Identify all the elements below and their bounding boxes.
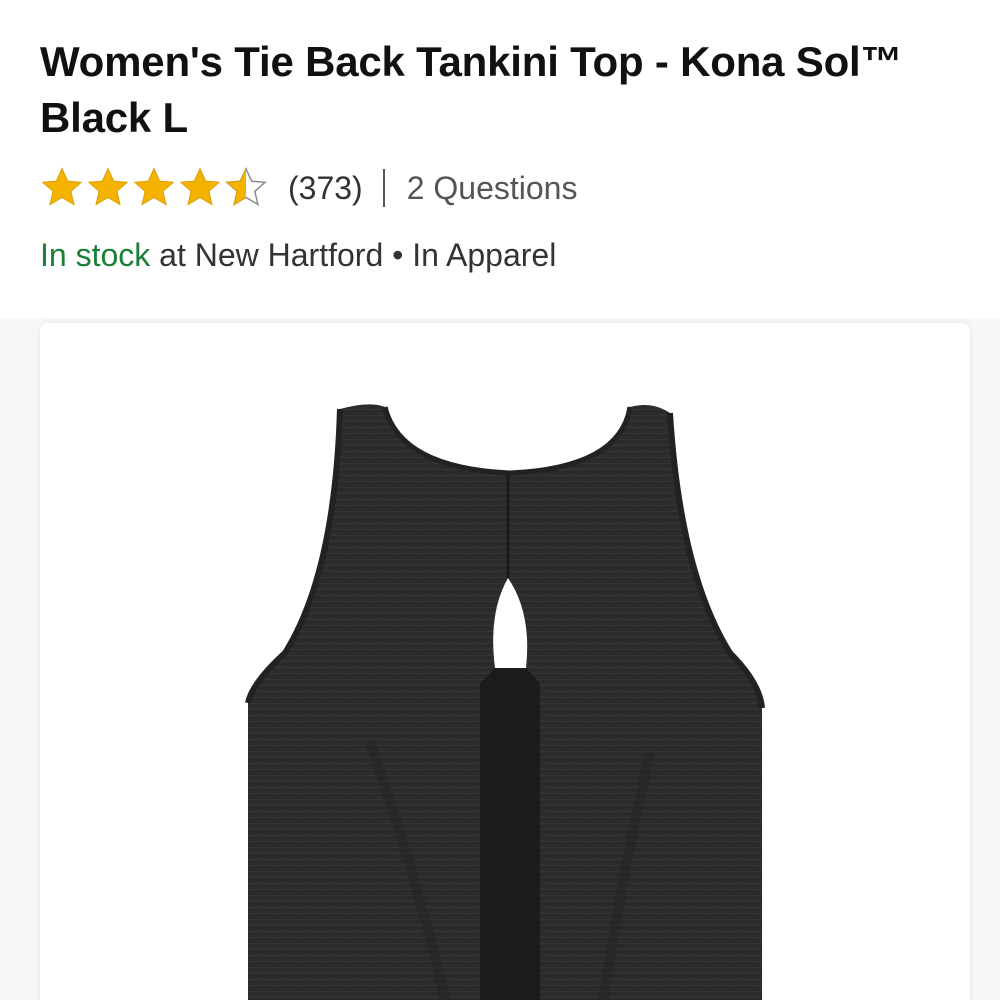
product-title: Women's Tie Back Tankini Top - Kona Sol™… bbox=[40, 38, 903, 141]
half-star-icon bbox=[225, 166, 267, 207]
star-icon bbox=[87, 167, 129, 206]
product-image-card[interactable] bbox=[40, 323, 970, 1000]
star-icon bbox=[41, 167, 83, 206]
star-icon bbox=[179, 167, 221, 206]
star-rating[interactable] bbox=[40, 166, 268, 210]
product-image bbox=[245, 404, 765, 1000]
rating-row: (373) 2 Questions bbox=[40, 166, 577, 210]
divider bbox=[382, 169, 385, 207]
availability-row: In stock at New Hartford • In Apparel bbox=[40, 237, 556, 274]
star-icon bbox=[133, 167, 175, 206]
department-label: In Apparel bbox=[412, 237, 557, 273]
questions-link[interactable]: 2 Questions bbox=[407, 170, 578, 207]
stock-status: In stock bbox=[40, 237, 151, 273]
product-page: Women's Tie Back Tankini Top - Kona Sol™… bbox=[0, 0, 1000, 1000]
review-count-link[interactable]: (373) bbox=[288, 170, 363, 207]
product-header: Women's Tie Back Tankini Top - Kona Sol™… bbox=[0, 0, 1000, 318]
bullet-separator: • bbox=[392, 237, 404, 273]
store-location[interactable]: at New Hartford bbox=[159, 237, 383, 273]
